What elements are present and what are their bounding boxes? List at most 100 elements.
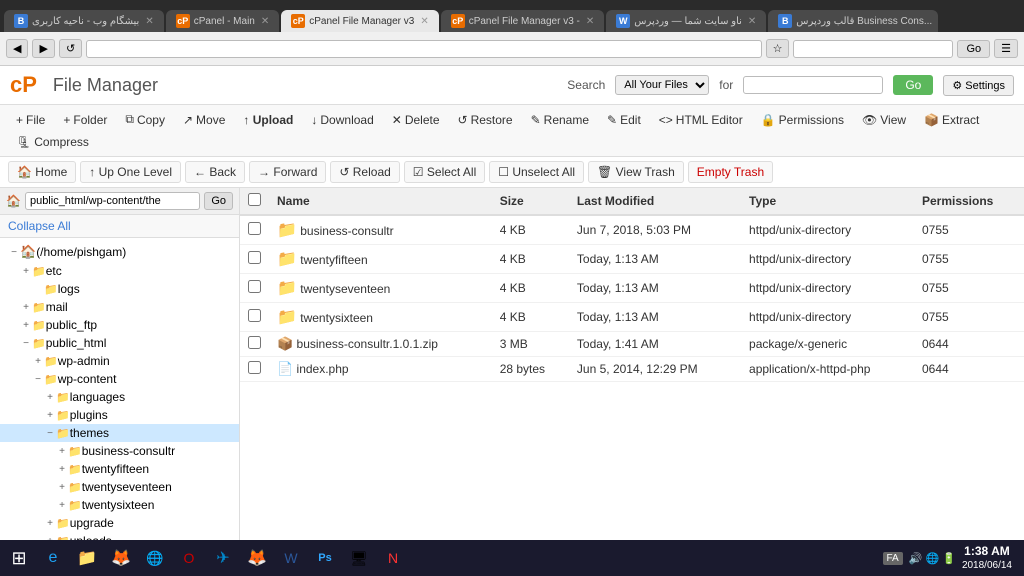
row-checkbox-5[interactable] [240,332,269,357]
rtl-search-go-btn[interactable]: Go [957,40,990,58]
perms-header[interactable]: Permissions [914,188,1024,215]
tree-item-etc[interactable]: + 📁 etc [0,262,239,280]
taskbar-opera[interactable]: O [174,544,204,572]
tab-2[interactable]: cP cPanel - Main ✕ [166,10,280,32]
toggle-twentyfifteen[interactable]: + [56,464,68,475]
forward-nav-btn[interactable]: ▶ [32,39,54,58]
tree-item-wp-content[interactable]: − 📁 wp-content [0,370,239,388]
tree-item-upgrade[interactable]: + 📁 upgrade [0,514,239,532]
table-row[interactable]: 📁 business-consultr 4 KB Jun 7, 2018, 5:… [240,215,1024,245]
taskbar-photoshop[interactable]: Ps [310,544,340,572]
taskbar-app2[interactable]: 🖥 [344,544,374,572]
tree-item-twentysixteen[interactable]: + 📁 twentysixteen [0,496,239,514]
toggle-business-consultr[interactable]: + [56,446,68,457]
table-row[interactable]: 📁 twentyfifteen 4 KB Today, 1:13 AM http… [240,245,1024,274]
name-header[interactable]: Name [269,188,492,215]
copy-btn[interactable]: ⧉ Copy [117,109,173,130]
toggle-twentysixteen[interactable]: + [56,500,68,511]
back-nav-btn[interactable]: ◀ [6,39,28,58]
row-checkbox-2[interactable] [240,245,269,274]
tab-4[interactable]: cP cPanel File Manager v3 - ✕ [441,10,605,32]
delete-btn[interactable]: ✕ Delete [384,110,448,130]
tree-item-business-consultr[interactable]: + 📁 business-consultr [0,442,239,460]
move-btn[interactable]: ↗ Move [175,110,233,130]
taskbar-app1[interactable]: 🦊 [242,544,272,572]
taskbar-ie[interactable]: e [38,544,68,572]
tree-item-wp-admin[interactable]: + 📁 wp-admin [0,352,239,370]
row-checkbox-3[interactable] [240,274,269,303]
size-header[interactable]: Size [492,188,569,215]
toggle-plugins[interactable]: + [44,410,56,421]
tab-5[interactable]: W ناو سایت شما — وردپرس ✕ [606,10,766,32]
settings-btn[interactable]: ⚙ Settings [943,75,1014,96]
taskbar-word[interactable]: W [276,544,306,572]
upload-btn[interactable]: ↑ Upload [235,110,301,130]
tree-item-languages[interactable]: + 📁 languages [0,388,239,406]
menu-btn[interactable]: ☰ [994,39,1018,58]
row-checkbox-1[interactable] [240,215,269,245]
tree-item-twentyseventeen[interactable]: + 📁 twentyseventeen [0,478,239,496]
path-input[interactable] [25,192,200,210]
permissions-btn[interactable]: 🔒 Permissions [753,110,852,130]
taskbar-files[interactable]: 📁 [72,544,102,572]
tab-6[interactable]: B قالب وردپرس Business Cons... ✕ [768,10,938,32]
edit-btn[interactable]: ✎ Edit [599,110,649,130]
toggle-twentyseventeen[interactable]: + [56,482,68,493]
type-header[interactable]: Type [741,188,914,215]
toggle-mail[interactable]: + [20,302,32,313]
taskbar-chrome[interactable]: 🌐 [140,544,170,572]
tab-3[interactable]: cP cPanel File Manager v3 ✕ [281,10,438,32]
tree-item-mail[interactable]: + 📁 mail [0,298,239,316]
tree-item-home[interactable]: − 🏠 (/home/pishgam) [0,242,239,262]
tab-4-close[interactable]: ✕ [586,16,594,27]
checkbox-header[interactable] [240,188,269,215]
back-btn[interactable]: ← Back [185,161,245,183]
view-trash-btn[interactable]: 🗑 View Trash [588,161,684,183]
up-one-level-btn[interactable]: ↑ Up One Level [80,161,181,183]
tab-5-close[interactable]: ✕ [748,16,756,27]
tree-item-public-html[interactable]: − 📁 public_html [0,334,239,352]
search-select[interactable]: All Your Files [615,75,709,95]
modified-header[interactable]: Last Modified [569,188,741,215]
refresh-nav-btn[interactable]: ↺ [59,39,82,58]
toggle-wp-admin[interactable]: + [32,356,44,367]
tree-item-plugins[interactable]: + 📁 plugins [0,406,239,424]
main-search-input[interactable] [743,76,883,94]
toggle-public-ftp[interactable]: + [20,320,32,331]
tree-item-public-ftp[interactable]: + 📁 public_ftp [0,316,239,334]
extract-btn[interactable]: 📦 Extract [916,110,987,130]
toggle-public-html[interactable]: − [20,338,32,349]
tree-item-themes[interactable]: − 📁 themes [0,424,239,442]
address-input[interactable]: https://server10.pishgamweb.net:2083/cps… [86,40,761,58]
home-btn[interactable]: 🏠 Home [8,161,76,183]
taskbar-app3[interactable]: N [378,544,408,572]
restore-btn[interactable]: ↺ Restore [450,110,521,130]
toggle-home[interactable]: − [8,247,20,258]
toggle-languages[interactable]: + [44,392,56,403]
select-all-checkbox[interactable] [248,193,261,206]
empty-trash-btn[interactable]: Empty Trash [688,161,773,183]
select-all-btn[interactable]: ☑ Select All [404,161,485,183]
tab-1-close[interactable]: ✕ [145,16,153,27]
table-row[interactable]: 📁 twentysixteen 4 KB Today, 1:13 AM http… [240,303,1024,332]
tab-1[interactable]: B بیشگام وب - ناحیه کاربری ✕ [4,10,164,32]
toggle-themes[interactable]: − [44,428,56,439]
rename-btn[interactable]: ✎ Rename [523,110,597,130]
row-checkbox-6[interactable] [240,357,269,382]
toggle-upgrade[interactable]: + [44,518,56,529]
row-checkbox-4[interactable] [240,303,269,332]
main-go-btn[interactable]: Go [893,75,933,95]
tab-3-close[interactable]: ✕ [420,16,428,27]
table-row[interactable]: 📁 twentyseventeen 4 KB Today, 1:13 AM ht… [240,274,1024,303]
html-editor-btn[interactable]: <> HTML Editor [651,110,751,130]
collapse-all-btn[interactable]: Collapse All [0,215,239,238]
path-go-btn[interactable]: Go [204,192,233,210]
forward-btn[interactable]: → Forward [249,161,326,183]
taskbar-telegram[interactable]: ✈ [208,544,238,572]
view-btn[interactable]: 👁 View [854,110,914,130]
reload-btn[interactable]: ↺ Reload [330,161,399,183]
taskbar-firefox[interactable]: 🦊 [106,544,136,572]
toggle-wp-content[interactable]: − [32,374,44,385]
download-btn[interactable]: ↓ Download [303,110,381,130]
bookmark-btn[interactable]: ☆ [766,39,790,58]
